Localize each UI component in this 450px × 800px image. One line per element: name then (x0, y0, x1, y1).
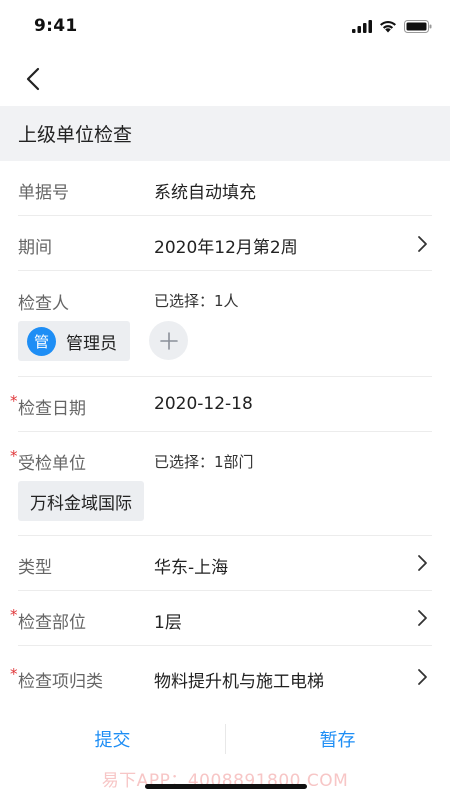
save-draft-button[interactable]: 暂存 (225, 724, 450, 754)
status-bar: 9:41 (0, 0, 450, 52)
type-value: 华东-上海 (154, 558, 229, 578)
required-mark: * (10, 447, 18, 465)
inspector-chip-name: 管理员 (66, 333, 117, 354)
inspected-unit-chip[interactable]: 万科金域国际 (18, 481, 144, 521)
back-button[interactable] (18, 64, 48, 94)
doc-no-label: 单据号 (18, 183, 69, 203)
status-time: 9:41 (34, 16, 78, 36)
cellular-signal-icon (352, 19, 372, 33)
battery-icon (404, 19, 432, 33)
part-label: * 检查部位 (10, 606, 86, 633)
category-value: 物料提升机与施工电梯 (154, 672, 324, 692)
chevron-right-icon (418, 555, 427, 571)
check-date-label-text: 检查日期 (18, 399, 86, 419)
inspected-unit-label: * 受检单位 (10, 447, 86, 474)
doc-no-row: 单据号 系统自动填充 (18, 161, 432, 216)
type-label: 类型 (18, 558, 52, 578)
required-mark: * (10, 606, 18, 624)
part-label-text: 检查部位 (18, 613, 86, 633)
part-value: 1层 (154, 613, 182, 633)
section-title: 上级单位检查 (18, 124, 133, 146)
doc-no-value: 系统自动填充 (154, 183, 256, 203)
inspector-label: 检查人 (18, 294, 69, 314)
part-row[interactable]: * 检查部位 1层 (10, 591, 432, 646)
category-label: * 检查项归类 (10, 665, 103, 692)
chevron-right-icon (418, 610, 427, 626)
inspector-row: 检查人 已选择：1人 管 管理员 (18, 271, 432, 377)
check-date-row[interactable]: * 检查日期 2020-12-18 (10, 377, 432, 432)
required-mark: * (10, 392, 18, 410)
chevron-right-icon (418, 236, 427, 252)
category-label-text: 检查项归类 (18, 672, 103, 692)
period-value: 2020年12月第2周 (154, 238, 298, 258)
period-label: 期间 (18, 238, 52, 258)
bottom-action-bar: 提交 暂存 易下APP：4008891800.COM (0, 710, 450, 800)
plus-icon (159, 331, 178, 350)
inspected-unit-label-text: 受检单位 (18, 454, 86, 474)
wifi-icon (380, 20, 396, 32)
inspected-unit-summary: 已选择：1部门 (154, 453, 254, 471)
inspected-unit-chip-name: 万科金域国际 (30, 493, 132, 514)
period-row[interactable]: 期间 2020年12月第2周 (18, 216, 432, 271)
category-row[interactable]: * 检查项归类 物料提升机与施工电梯 (10, 646, 432, 710)
chevron-left-icon (26, 67, 40, 91)
required-mark: * (10, 665, 18, 683)
check-date-label: * 检查日期 (10, 392, 86, 419)
add-inspector-button[interactable] (149, 321, 188, 360)
inspector-chip[interactable]: 管 管理员 (18, 321, 130, 361)
inspector-summary: 已选择：1人 (154, 292, 239, 310)
check-date-value: 2020-12-18 (154, 394, 253, 414)
submit-button[interactable]: 提交 (0, 724, 225, 754)
avatar: 管 (27, 326, 56, 356)
nav-bar (0, 52, 450, 106)
status-icons (352, 18, 432, 34)
section-header: 上级单位检查 (0, 106, 450, 161)
chevron-right-icon (418, 669, 427, 685)
inspected-unit-row: * 受检单位 已选择：1部门 万科金域国际 (10, 432, 432, 536)
home-indicator (145, 784, 307, 789)
type-row[interactable]: 类型 华东-上海 (18, 536, 432, 591)
